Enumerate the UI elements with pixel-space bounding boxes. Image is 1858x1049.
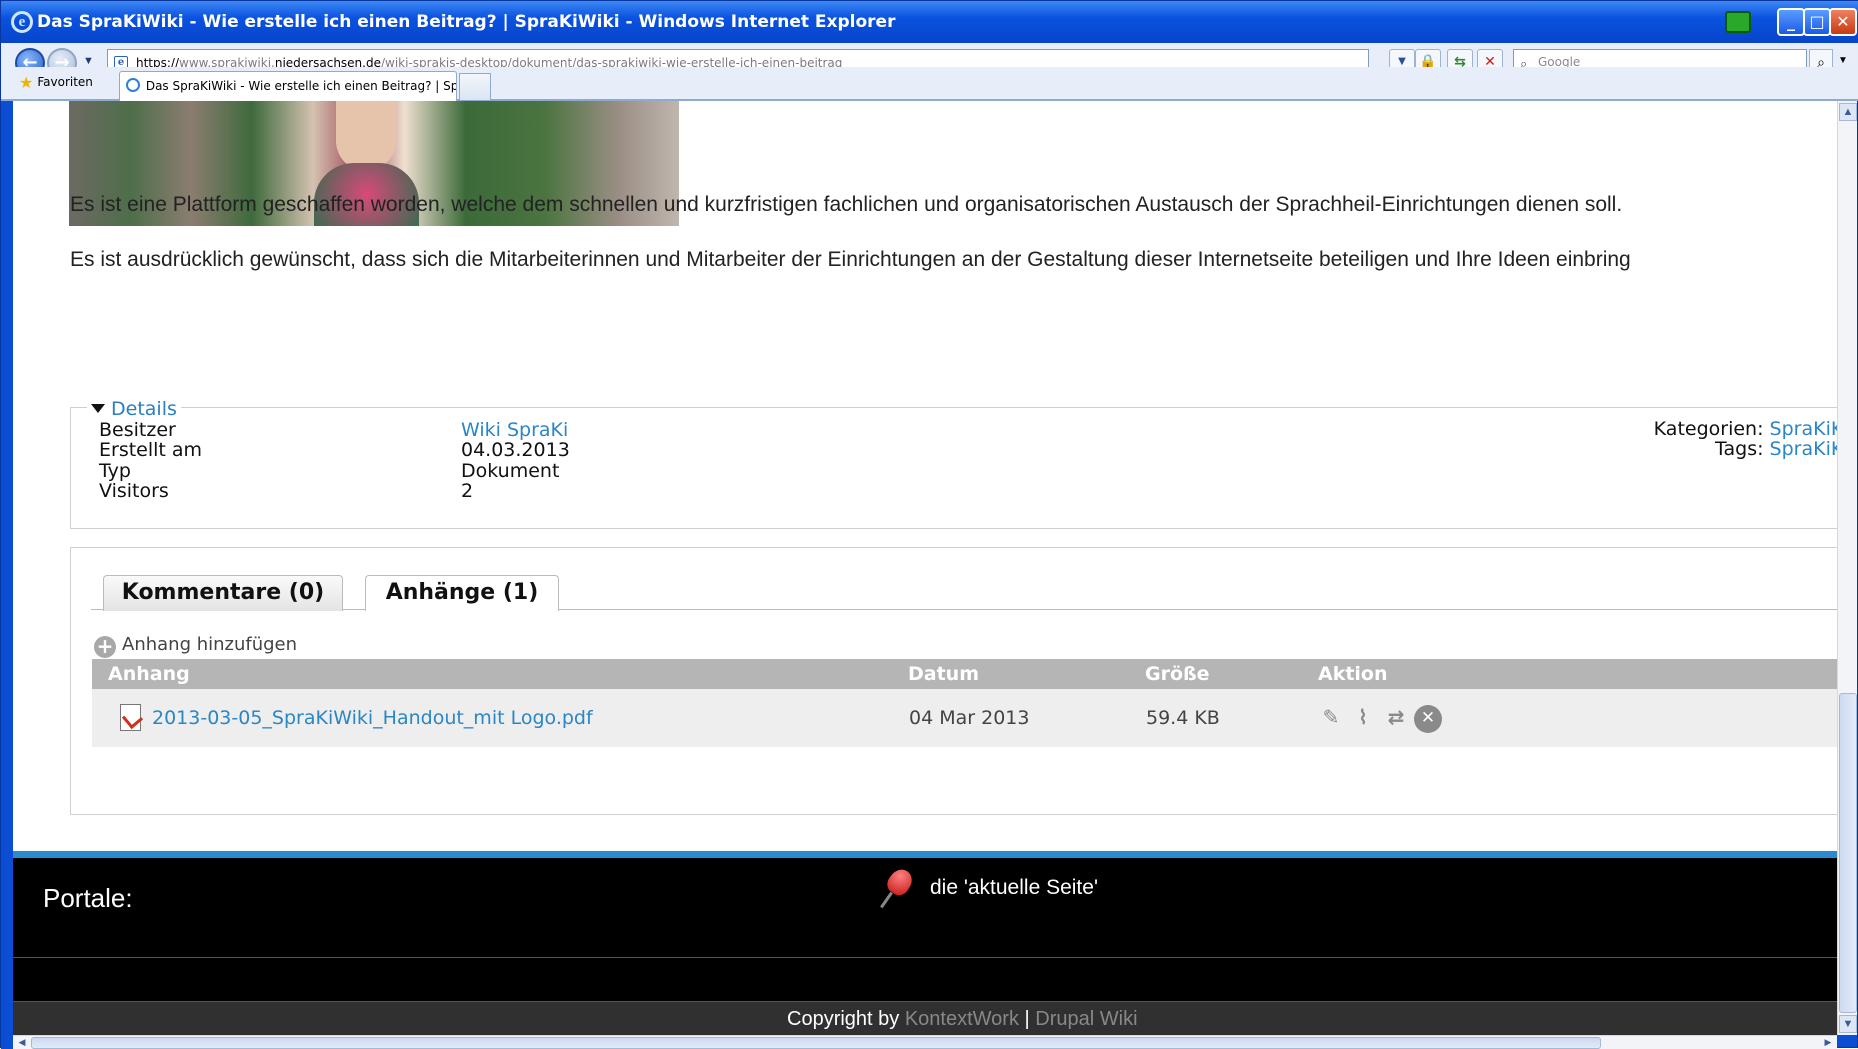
edit-pencil-icon[interactable]: ✎ <box>1317 705 1345 733</box>
vertical-scroll-thumb[interactable] <box>1839 693 1857 1013</box>
tab-ie-icon <box>126 78 140 92</box>
star-icon: ★ <box>19 73 34 92</box>
replace-arrows-icon[interactable]: ⇄ <box>1382 705 1410 733</box>
close-window-button[interactable]: ✕ <box>1829 8 1857 36</box>
page-content: Es ist eine Plattform geschaffen worden,… <box>13 101 1837 1035</box>
new-tab-button[interactable] <box>459 73 491 101</box>
categories-link[interactable]: SpraKiKo <box>1770 418 1837 440</box>
scroll-down-icon[interactable]: ▼ <box>1839 1015 1857 1033</box>
drupal-wiki-link[interactable]: Drupal Wiki <box>1035 1008 1137 1030</box>
categories-row: Kategorien: SpraKiKo <box>1654 418 1837 440</box>
copyright-prefix: Copyright by <box>787 1008 900 1030</box>
delete-icon[interactable]: ✕ <box>1414 705 1442 733</box>
title-bar: e Das SpraKiWiki - Wie erstelle ich eine… <box>1 1 1858 43</box>
security-status-icon[interactable] <box>1725 11 1751 33</box>
details-legend-label: Details <box>111 398 177 420</box>
add-attachment-label: Anhang hinzufügen <box>122 634 298 655</box>
photo-child <box>336 101 396 171</box>
visitors-value: 2 <box>461 480 474 502</box>
tab-attachments[interactable]: Anhänge (1) <box>365 575 559 611</box>
tab-comments[interactable]: Kommentare (0) <box>103 575 343 611</box>
window-frame <box>1 101 13 1049</box>
pdf-file-icon <box>120 704 141 731</box>
column-header-aktion: Aktion <box>1318 663 1388 685</box>
current-page-link[interactable]: die 'aktuelle Seite' <box>930 876 1098 900</box>
attachments-table-header: Anhang Datum Größe Aktion <box>92 659 1837 689</box>
tabs-panel: Kommentare (0) Anhänge (1) + Anhang hinzu… <box>70 547 1837 815</box>
browser-tab-active[interactable]: Das SpraKiWiki - Wie erstelle ich einen … <box>119 71 457 101</box>
tabs-baseline <box>91 609 1837 610</box>
copyright-text: Copyright by KontextWork | Drupal Wiki <box>787 1008 1138 1031</box>
details-toggle[interactable]: Details <box>87 398 181 420</box>
details-fieldset: Details Besitzer Wiki SpraKi Erstellt am… <box>70 398 1837 529</box>
portale-heading: Portale: <box>43 883 133 913</box>
type-value: Dokument <box>461 460 560 482</box>
scroll-up-icon[interactable]: ▲ <box>1839 103 1857 121</box>
article-paragraph: Es ist eine Plattform geschaffen worden,… <box>70 193 1623 216</box>
created-label: Erstellt am <box>99 439 203 461</box>
scroll-left-icon[interactable]: ◀ <box>15 1036 29 1049</box>
add-attachment-button[interactable]: + Anhang hinzufügen <box>94 634 297 658</box>
maximize-button[interactable]: □ <box>1803 8 1831 36</box>
tags-link[interactable]: SpraKiKo <box>1770 438 1837 460</box>
tags-row: Tags: SpraKiKo <box>1715 438 1837 460</box>
favorites-button[interactable]: ★ Favoriten <box>19 73 93 92</box>
tab-row: ★ Favoriten Das SpraKiWiki - Wie erstelle… <box>1 67 1858 101</box>
column-header-datum[interactable]: Datum <box>908 663 979 685</box>
created-value: 04.03.2013 <box>461 439 570 461</box>
owner-link[interactable]: Wiki SpraKi <box>461 419 568 441</box>
table-row: 2013-03-05_SpraKiWiki_Handout_mit Logo.p… <box>92 689 1837 747</box>
vertical-scrollbar[interactable]: ▲ ▼ <box>1837 101 1857 1035</box>
favorites-label: Favoriten <box>37 75 93 89</box>
browser-window: e Das SpraKiWiki - Wie erstelle ich eine… <box>0 0 1858 1049</box>
attachment-file-link[interactable]: 2013-03-05_SpraKiWiki_Handout_mit Logo.p… <box>152 707 593 729</box>
ie-logo-icon: e <box>11 11 33 33</box>
copyright-separator: | <box>1024 1008 1030 1030</box>
attachment-date: 04 Mar 2013 <box>909 707 1030 729</box>
history-dropdown-icon[interactable]: ▼ <box>83 55 94 67</box>
scroll-right-icon[interactable]: ▶ <box>1821 1036 1835 1049</box>
tab-label: Das SpraKiWiki - Wie erstelle ich einen … <box>145 79 457 93</box>
column-header-groesse[interactable]: Größe <box>1145 663 1210 685</box>
plus-circle-icon: + <box>94 636 116 658</box>
site-footer: Portale: die 'aktuelle Seite' Copyright … <box>13 851 1837 1035</box>
categories-label: Kategorien: <box>1653 418 1764 440</box>
minimize-button[interactable]: _ <box>1777 8 1805 36</box>
kontextwork-link[interactable]: KontextWork <box>905 1008 1019 1030</box>
column-header-anhang[interactable]: Anhang <box>108 663 190 685</box>
tags-label: Tags: <box>1715 438 1764 460</box>
footer-accent-bar <box>13 851 1837 858</box>
article-paragraph: Es ist ausdrücklich gewünscht, dass sich… <box>70 248 1631 271</box>
collapse-triangle-icon <box>91 404 105 413</box>
horizontal-scroll-thumb[interactable] <box>31 1037 1601 1049</box>
attachment-size: 59.4 KB <box>1146 707 1220 729</box>
owner-label: Besitzer <box>99 419 176 441</box>
footer-divider <box>13 957 1837 958</box>
visitors-label: Visitors <box>99 480 169 502</box>
type-label: Typ <box>99 460 131 482</box>
window-title: Das SpraKiWiki - Wie erstelle ich einen … <box>37 12 896 32</box>
pushpin-icon <box>879 865 917 909</box>
horizontal-scrollbar[interactable]: ◀ ▶ <box>13 1035 1837 1049</box>
attach-paperclip-icon[interactable]: ⌇ <box>1349 705 1377 733</box>
copyright-bar: Copyright by KontextWork | Drupal Wiki <box>13 1001 1837 1035</box>
